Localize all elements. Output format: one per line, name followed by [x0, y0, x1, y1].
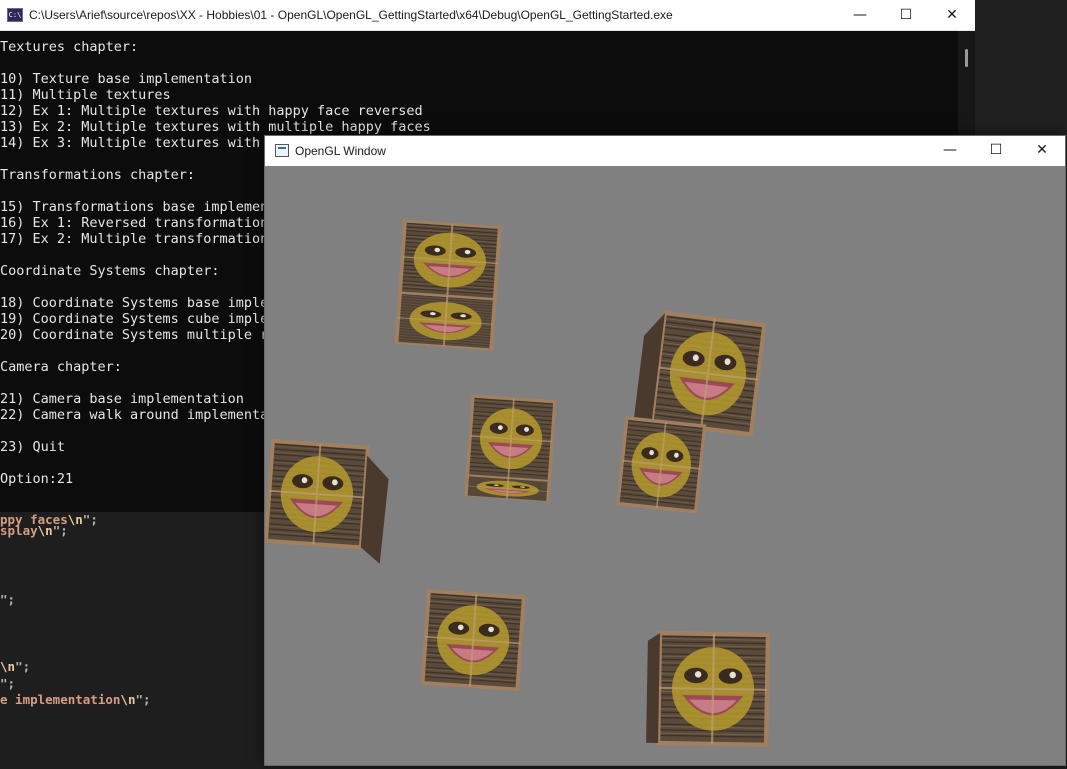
console-line: 21) Camera base implementation [0, 391, 244, 407]
console-line: 22) Camera walk around implementat [0, 407, 277, 423]
code-line: e implementation\n"; [0, 692, 151, 707]
console-line: 14) Ex 3: Multiple textures with v [0, 135, 277, 151]
console-line: Camera chapter: [0, 359, 122, 375]
console-app-icon: C:\ [7, 8, 23, 22]
code-editor: ppy faces\n"; splay\n"; "; \n"; "; e imp… [0, 512, 266, 769]
opengl-window-title: OpenGL Window [295, 144, 386, 158]
opengl-window: OpenGL Window — ☐ ✕ [264, 135, 1066, 766]
console-line: 12) Ex 1: Multiple textures with happy f… [0, 103, 423, 119]
cube [633, 311, 765, 435]
maximize-button[interactable]: ☐ [883, 0, 929, 31]
cube [394, 219, 502, 352]
console-line: 13) Ex 2: Multiple textures with multipl… [0, 119, 431, 135]
maximize-button[interactable]: ☐ [973, 136, 1019, 166]
minimize-button[interactable]: — [927, 136, 973, 166]
minimize-button[interactable]: — [837, 0, 883, 31]
code-line: "; [0, 592, 16, 607]
cube [420, 589, 526, 692]
opengl-titlebar[interactable]: OpenGL Window — ☐ ✕ [265, 136, 1065, 166]
console-line: 19) Coordinate Systems cube implem [0, 311, 277, 327]
console-line: 23) Quit [0, 439, 66, 455]
code-line: \n"; [0, 659, 31, 674]
console-line: Option:21 [0, 471, 74, 487]
console-line: Textures chapter: [0, 39, 139, 55]
background-editor-strip [975, 0, 1067, 136]
opengl-viewport[interactable] [265, 166, 1065, 765]
cube [464, 394, 557, 504]
console-line: 11) Multiple textures [0, 87, 171, 103]
console-line: 16) Ex 1: Reversed transformation [0, 215, 269, 231]
cube [265, 439, 389, 564]
console-line: Transformations chapter: [0, 167, 196, 183]
console-window-title: C:\Users\Arief\source\repos\XX - Hobbies… [29, 8, 673, 22]
console-line: 15) Transformations base implement [0, 199, 277, 215]
close-button[interactable]: ✕ [1019, 136, 1065, 166]
scrollbar-thumb[interactable] [965, 49, 968, 67]
code-line: splay\n"; [0, 523, 68, 538]
console-line: 10) Texture base implementation [0, 71, 252, 87]
console-line: Coordinate Systems chapter: [0, 263, 220, 279]
console-line: 18) Coordinate Systems base implem [0, 295, 277, 311]
console-line: 17) Ex 2: Multiple transformations [0, 231, 277, 247]
console-line: 20) Coordinate Systems multiple ro [0, 327, 277, 343]
window-app-icon [275, 144, 289, 157]
code-line: "; [0, 676, 16, 691]
render-canvas [265, 219, 1065, 765]
console-titlebar[interactable]: C:\ C:\Users\Arief\source\repos\XX - Hob… [0, 0, 975, 31]
close-button[interactable]: ✕ [929, 0, 975, 31]
cube [646, 633, 768, 745]
cube [616, 416, 707, 514]
